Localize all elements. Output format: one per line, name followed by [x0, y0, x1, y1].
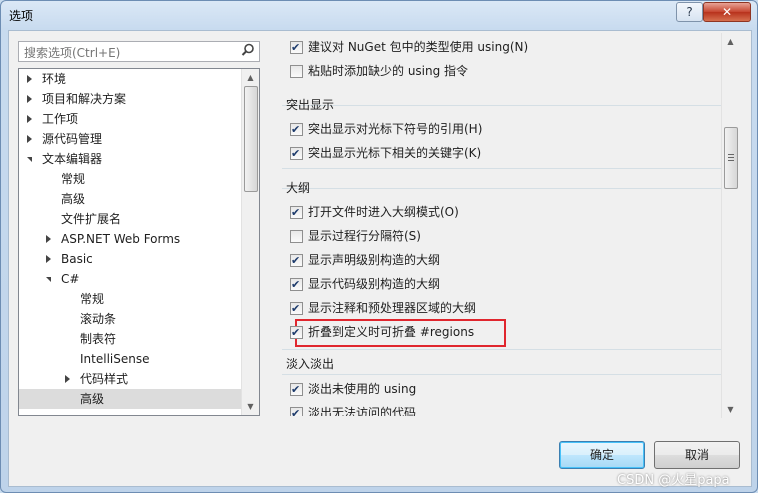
tree-item[interactable]: 项目和解决方案	[19, 89, 241, 109]
dialog-client: 高级代码样式IntelliSense制表符滚动条常规C#BasicASP.NET…	[8, 30, 752, 487]
tree-item-label: 高级	[80, 392, 105, 406]
collapsed-arrow-icon[interactable]	[46, 255, 51, 263]
tree-item[interactable]: 制表符	[19, 329, 241, 349]
option-label: 显示过程行分隔符(S)	[308, 229, 421, 243]
tree-item[interactable]: 文件扩展名	[19, 209, 241, 229]
tree-item-label: 高级	[61, 192, 86, 206]
checkbox[interactable]	[290, 204, 303, 222]
tree-item[interactable]: 源代码管理	[19, 129, 241, 149]
checkbox[interactable]	[290, 65, 303, 78]
tree-item-label: IntelliSense	[80, 352, 150, 366]
tree-item[interactable]: 文本编辑器	[19, 149, 241, 169]
tree-item-label: 常规	[61, 172, 86, 186]
scroll-up-arrow-icon[interactable]: ▲	[722, 33, 739, 50]
expanded-arrow-icon[interactable]	[46, 277, 51, 282]
tree-item[interactable]: 代码样式	[19, 369, 241, 389]
tree-item[interactable]: 高级	[19, 189, 241, 209]
close-button[interactable]: ✕	[703, 2, 751, 22]
window-title: 选项	[9, 9, 34, 23]
collapsed-arrow-icon[interactable]	[46, 235, 51, 243]
tree-item-label: 代码样式	[80, 372, 129, 386]
option-label: 折叠到定义时可折叠 #regions	[308, 325, 475, 339]
tree-item[interactable]: 常规	[19, 169, 241, 189]
checkbox[interactable]	[290, 381, 303, 399]
option-label: 突出显示对光标下符号的引用(H)	[308, 122, 483, 136]
tree-scrollbar[interactable]: ▲ ▼	[241, 69, 259, 415]
option-label: 粘贴时添加缺少的 using 指令	[308, 64, 469, 78]
tree-item-label: 文件扩展名	[61, 212, 122, 226]
checkbox[interactable]	[290, 405, 303, 416]
search-icon[interactable]	[241, 43, 255, 57]
scroll-down-arrow-icon[interactable]: ▼	[722, 401, 739, 418]
options-scrollbar[interactable]: ▲ ▼	[721, 33, 739, 418]
option-label: 打开文件时进入大纲模式(O)	[308, 205, 459, 219]
tree-item-label: 文本编辑器	[42, 152, 103, 166]
option-label: 淡出无法访问的代码	[308, 406, 417, 416]
help-button[interactable]: ?	[676, 2, 703, 22]
tree-item-label: 滚动条	[80, 312, 117, 326]
group-title-outline: 大纲	[286, 181, 311, 195]
tree-item-label: 常规	[80, 292, 105, 306]
collapsed-arrow-icon[interactable]	[27, 135, 32, 143]
option-label: 淡出未使用的 using	[308, 382, 417, 396]
checkbox[interactable]	[290, 39, 303, 57]
scroll-down-arrow-icon[interactable]: ▼	[242, 398, 259, 415]
options-dialog: 选项 ? ✕ 高级代码样式IntelliSense制表符滚动条常规C#Basic…	[0, 0, 758, 493]
collapsed-arrow-icon[interactable]	[27, 95, 32, 103]
tree-item-label: 源代码管理	[42, 132, 103, 146]
tree-item[interactable]: 工作项	[19, 109, 241, 129]
options-scroll-thumb[interactable]	[724, 127, 738, 189]
tree-item[interactable]: 常规	[19, 289, 241, 309]
ok-button[interactable]: 确定	[559, 441, 645, 469]
group-title-highlight: 突出显示	[286, 98, 335, 112]
tree-item-label: 项目和解决方案	[42, 92, 127, 106]
watermark: CSDN @火星papa	[617, 473, 730, 488]
option-label: 突出显示光标下相关的关键字(K)	[308, 146, 482, 160]
tree-item-label: 工作项	[42, 112, 79, 126]
checkbox[interactable]	[290, 300, 303, 318]
tree-item[interactable]: IntelliSense	[19, 349, 241, 369]
tree-item[interactable]: ASP.NET Web Forms	[19, 229, 241, 249]
checkbox[interactable]	[290, 252, 303, 270]
option-label: 显示代码级别构造的大纲	[308, 277, 441, 291]
tree-item-label: C#	[61, 272, 80, 286]
tree-item[interactable]: Basic	[19, 249, 241, 269]
tree-item[interactable]: 滚动条	[19, 309, 241, 329]
tree-item[interactable]: 高级	[19, 389, 241, 409]
scroll-up-arrow-icon[interactable]: ▲	[242, 69, 259, 86]
cancel-button[interactable]: 取消	[654, 441, 740, 469]
tree-scroll-thumb[interactable]	[244, 86, 258, 192]
search-box[interactable]	[18, 41, 260, 62]
tree-item[interactable]: C#	[19, 269, 241, 289]
group-title-fade: 淡入淡出	[286, 357, 335, 371]
checkbox[interactable]	[290, 145, 303, 163]
tree-item-label: 环境	[42, 72, 67, 86]
search-input[interactable]	[22, 43, 236, 62]
checkbox[interactable]	[290, 324, 303, 342]
tree-item-label: ASP.NET Web Forms	[61, 232, 181, 246]
checkbox[interactable]	[290, 276, 303, 294]
options-pane: 建议对 NuGet 包中的类型使用 using(N) 粘贴时添加缺少的 usin…	[272, 31, 742, 416]
collapsed-arrow-icon[interactable]	[27, 115, 32, 123]
option-label: 建议对 NuGet 包中的类型使用 using(N)	[308, 40, 529, 54]
checkbox[interactable]	[290, 230, 303, 243]
tree-item-label: Basic	[61, 252, 93, 266]
collapsed-arrow-icon[interactable]	[65, 375, 70, 383]
option-label: 显示声明级别构造的大纲	[308, 253, 441, 267]
tree-item-label: 制表符	[80, 332, 117, 346]
options-tree[interactable]: 高级 代码样式 IntelliSense 制表符 滚动条 常规 C# Basic ASP.NET…	[18, 68, 260, 416]
checkbox[interactable]	[290, 121, 303, 139]
option-label: 显示注释和预处理器区域的大纲	[308, 301, 477, 315]
collapsed-arrow-icon[interactable]	[27, 75, 32, 83]
expanded-arrow-icon[interactable]	[27, 157, 32, 162]
tree-item[interactable]: 环境	[19, 69, 241, 89]
